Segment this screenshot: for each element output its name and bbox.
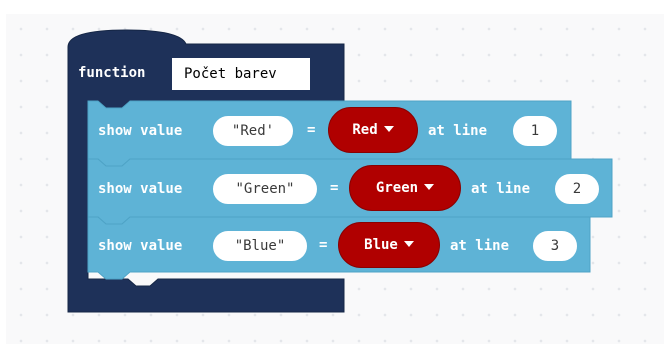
equals-sign: = [330,180,339,196]
at-line-label: at line [471,181,531,197]
dropdown-caret-icon [383,126,394,132]
show-value-label: show value [98,181,183,197]
at-line-label: at line [428,123,488,139]
string-value-input[interactable]: "Red' [212,115,294,147]
line-number-input[interactable]: 2 [554,173,600,205]
equals-sign: = [319,237,328,253]
equals-sign: = [307,122,316,138]
line-number-input[interactable]: 3 [532,230,578,262]
color-dropdown-label: Red [352,122,378,138]
show-value-label: show value [98,238,183,254]
line-number-input[interactable]: 1 [512,115,558,147]
dropdown-caret-icon [403,241,414,247]
color-dropdown[interactable]: Blue [338,222,440,268]
color-dropdown-label: Blue [364,237,398,253]
color-dropdown[interactable]: Red [328,107,418,153]
string-value-input[interactable]: "Blue" [212,230,308,262]
function-keyword: function [78,65,146,81]
color-dropdown[interactable]: Green [349,165,461,211]
at-line-label: at line [450,238,510,254]
function-name-field[interactable]: Počet barev [171,57,311,91]
dropdown-caret-icon [424,184,435,190]
color-dropdown-label: Green [375,180,419,196]
string-value-input[interactable]: "Green" [212,173,318,205]
show-value-label: show value [98,123,183,139]
